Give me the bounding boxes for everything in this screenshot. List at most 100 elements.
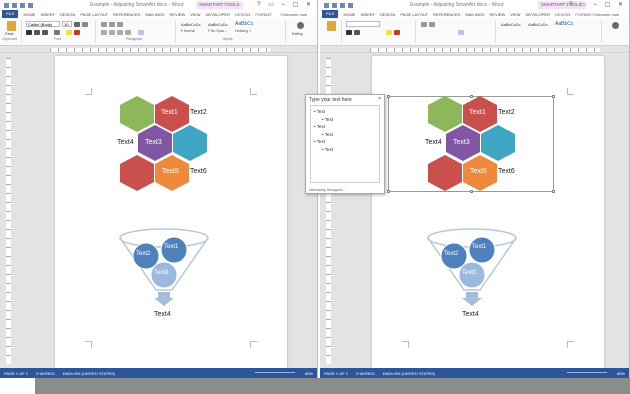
text-pane-item[interactable]: • Text — [314, 131, 376, 139]
tab-developer[interactable]: DEVELOPER — [206, 12, 230, 17]
language[interactable]: ENGLISH (UNITED STATES) — [63, 371, 115, 376]
tab-view[interactable]: VIEW — [190, 12, 200, 17]
paste-icon[interactable] — [327, 21, 336, 31]
resize-handle[interactable] — [552, 95, 555, 98]
tab-file[interactable]: FILE — [322, 10, 339, 18]
funnel-circle-1[interactable] — [468, 236, 496, 264]
bold-icon[interactable] — [26, 30, 32, 35]
tab-insert[interactable]: INSERT — [40, 12, 55, 17]
multilevel-list-icon[interactable] — [117, 22, 123, 27]
shrink-font-icon[interactable] — [82, 22, 88, 27]
hexagon-text2[interactable]: Text2 — [498, 109, 515, 116]
text-pane-item[interactable]: • Text — [314, 108, 376, 116]
tab-design[interactable]: DESIGN — [60, 12, 75, 17]
tab-design[interactable]: DESIGN — [380, 12, 395, 17]
hexagon-text6[interactable]: Text6 — [190, 168, 207, 175]
funnel-text2[interactable]: Text2 — [444, 251, 458, 257]
redo-icon[interactable] — [28, 2, 33, 8]
style-normal-preview[interactable]: AaBbCcDc — [181, 22, 201, 27]
bullets-icon[interactable] — [101, 22, 107, 27]
resize-handle[interactable] — [387, 190, 390, 193]
undo-icon[interactable] — [340, 2, 345, 8]
bold-icon[interactable] — [346, 30, 352, 35]
funnel-text4[interactable]: Text4 — [462, 311, 479, 318]
smartart-text-pane[interactable]: Type your text here × • Text • Text • Te… — [305, 94, 385, 194]
grow-font-icon[interactable] — [74, 22, 80, 27]
italic-icon[interactable] — [354, 30, 360, 35]
font-size-select[interactable]: 10 — [62, 21, 72, 27]
text-pane-item[interactable]: • Text — [314, 123, 376, 131]
shading-icon[interactable] — [458, 30, 464, 35]
tab-mailings[interactable]: MAILINGS — [465, 12, 484, 17]
tab-smartart-format[interactable]: FORMAT — [575, 12, 592, 17]
paste-label[interactable]: Paste — [5, 32, 14, 36]
undo-icon[interactable] — [20, 2, 25, 8]
word-count[interactable]: 0 WORDS — [356, 371, 375, 376]
hexagon-text5[interactable]: Text5 — [470, 168, 487, 175]
zoom-slider[interactable] — [255, 372, 295, 373]
horizontal-ruler[interactable] — [320, 46, 629, 53]
hexagon-text3[interactable]: Text3 — [453, 139, 470, 146]
tab-smartart-design[interactable]: DESIGN — [555, 12, 570, 17]
tab-references[interactable]: REFERENCES — [113, 12, 140, 17]
tab-mailings[interactable]: MAILINGS — [145, 12, 164, 17]
align-left-icon[interactable] — [101, 30, 107, 35]
style-normal-name[interactable]: ¶ Normal — [181, 29, 195, 33]
hexagon-text1[interactable]: Text1 — [469, 109, 486, 116]
funnel-text1[interactable]: Text1 — [472, 244, 486, 250]
save-icon[interactable] — [12, 2, 17, 8]
page-count[interactable]: PAGE 1 OF 1 — [324, 371, 348, 376]
hexagon-text4[interactable]: Text4 — [117, 139, 134, 146]
find-icon[interactable] — [612, 22, 619, 29]
horizontal-ruler[interactable] — [0, 46, 317, 53]
funnel-circle-1[interactable] — [160, 236, 188, 264]
user-name[interactable]: Firstname Last — [593, 12, 619, 17]
highlight-icon[interactable] — [386, 30, 392, 35]
tab-review[interactable]: REVIEW — [490, 12, 506, 17]
page-count[interactable]: PAGE 1 OF 1 — [4, 371, 28, 376]
language[interactable]: ENGLISH (UNITED STATES) — [383, 371, 435, 376]
text-pane-item[interactable]: • Text — [314, 138, 376, 146]
funnel-text2[interactable]: Text2 — [136, 251, 150, 257]
highlight-icon[interactable] — [66, 30, 72, 35]
numbering-icon[interactable] — [109, 22, 115, 27]
funnel-text1[interactable]: Text1 — [164, 244, 178, 250]
hexagon-red-2[interactable] — [120, 155, 154, 191]
vertical-ruler[interactable] — [6, 58, 11, 364]
font-name-select[interactable]: Calibri (Body) — [26, 21, 60, 27]
style-nospacing-name[interactable]: ¶ No Spac... — [208, 29, 227, 33]
align-center-icon[interactable] — [109, 30, 115, 35]
hexagon-text4[interactable]: Text4 — [425, 139, 442, 146]
funnel-text3[interactable]: Text3 — [154, 270, 168, 276]
numbering-icon[interactable] — [429, 22, 435, 27]
find-icon[interactable] — [297, 22, 304, 29]
resize-handle[interactable] — [552, 190, 555, 193]
hexagon-text2[interactable]: Text2 — [190, 109, 207, 116]
hexagon-red-2[interactable] — [428, 155, 462, 191]
close-icon[interactable]: × — [378, 96, 381, 102]
window-controls[interactable]: ? ▭ – ▢ ✕ — [569, 1, 626, 8]
bullets-icon[interactable] — [421, 22, 427, 27]
text-pane-item[interactable]: • Text — [314, 146, 376, 154]
hexagon-text5[interactable]: Text5 — [162, 168, 179, 175]
style-nospacing-preview[interactable]: AaBbCcDc — [208, 22, 228, 27]
zoom-percent[interactable]: 80% — [617, 371, 625, 376]
funnel-text3[interactable]: Text3 — [462, 270, 476, 276]
text-pane-footer[interactable]: Alternating Hexagons... — [309, 188, 345, 192]
zoom-percent[interactable]: 80% — [305, 371, 313, 376]
window-controls[interactable]: ? ▭ – ▢ ✕ — [257, 1, 314, 8]
tab-references[interactable]: REFERENCES — [433, 12, 460, 17]
tab-insert[interactable]: INSERT — [360, 12, 375, 17]
funnel-text4[interactable]: Text4 — [154, 311, 171, 318]
tab-page-layout[interactable]: PAGE LAYOUT — [400, 12, 428, 17]
text-pane-item[interactable]: • Text — [314, 116, 376, 124]
zoom-slider[interactable] — [567, 372, 607, 373]
justify-icon[interactable] — [125, 30, 131, 35]
align-right-icon[interactable] — [117, 30, 123, 35]
underline-icon[interactable] — [42, 30, 48, 35]
font-name-select[interactable] — [346, 21, 380, 27]
strikethrough-icon[interactable] — [54, 30, 60, 35]
tab-review[interactable]: REVIEW — [170, 12, 186, 17]
editing-button[interactable]: Editing — [292, 32, 303, 36]
style-normal-preview[interactable]: AaBbCcDc — [501, 22, 521, 27]
